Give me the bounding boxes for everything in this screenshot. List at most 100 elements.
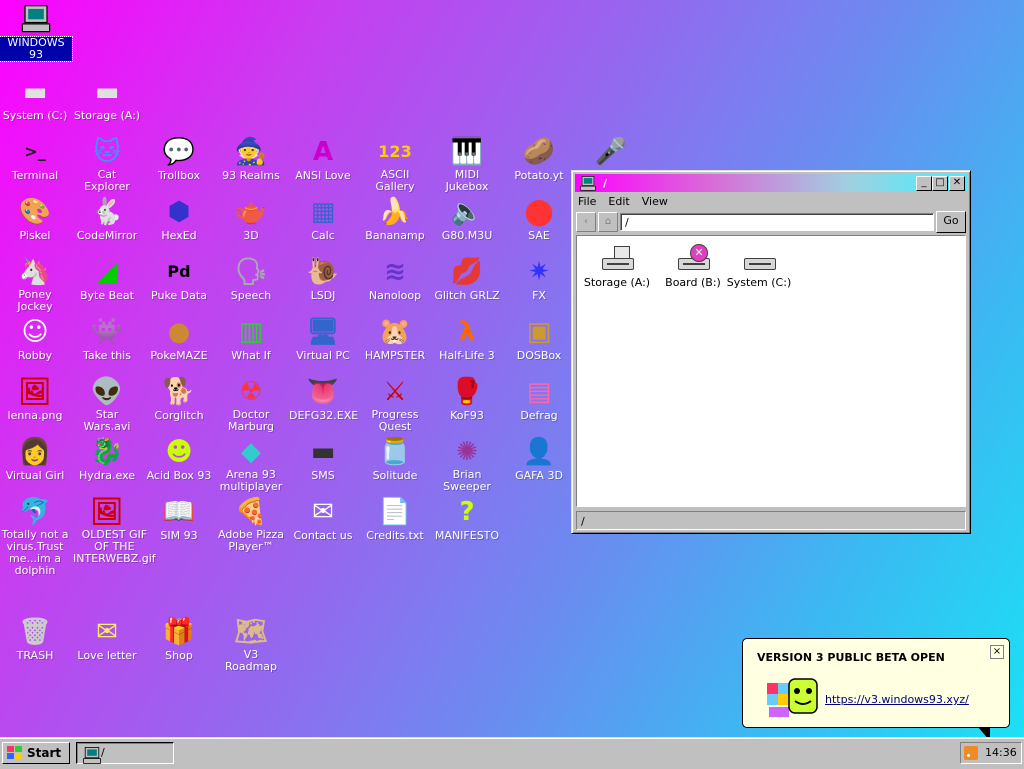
desktop-icon-glitch-grlz[interactable]: 💋 Glitch GRLZ	[432, 256, 502, 302]
desktop-icon-doctor-marburg[interactable]: ☢ Doctor Marburg	[216, 376, 286, 433]
desktop-icon-trash[interactable]: 🗑 TRASH	[0, 616, 70, 662]
desktop-icon-label: Glitch GRLZ	[434, 289, 500, 302]
desktop-icon-half-life-3[interactable]: λ Half-Life 3	[432, 316, 502, 362]
desktop-icon-take-this[interactable]: 👾 Take this	[72, 316, 142, 362]
desktop-icon-gafa-3d[interactable]: 👤 GAFA 3D	[504, 436, 574, 482]
rss-icon[interactable]	[964, 746, 978, 760]
take-this-icon: 👾	[90, 317, 124, 347]
maximize-button[interactable]: □	[932, 176, 948, 191]
defrag-icon: ▤	[526, 377, 552, 407]
desktop-icon-star-wars-avi[interactable]: 👽 Star Wars.avi	[72, 376, 142, 433]
desktop-icon-hydra-exe[interactable]: 🐉 Hydra.exe	[72, 436, 142, 482]
desktop-icon-potato-yt[interactable]: 🥔 Potato.yt	[504, 136, 574, 182]
desktop-icon-lenna-png[interactable]: 🖼 lenna.png	[0, 376, 70, 422]
midi-jukebox-icon: 🎹	[450, 137, 484, 167]
desktop-icon-poney-jockey[interactable]: 🦄 Poney Jockey	[0, 256, 70, 313]
desktop-icon-storage-a[interactable]: ▬ Storage (A:)	[72, 76, 142, 122]
desktop-icon-solitude[interactable]: 🫙 Solitude	[360, 436, 430, 482]
home-button[interactable]: ⌂	[598, 212, 618, 232]
drive-board-b[interactable]: ✕ Board (B:)	[655, 244, 731, 289]
address-input[interactable]: /	[620, 213, 934, 231]
desktop-icon-terminal[interactable]: >_ Terminal	[0, 136, 70, 182]
storage-a-icon: ▬	[94, 77, 120, 107]
desktop-icon-piskel[interactable]: 🎨 Piskel	[0, 196, 70, 242]
desktop-icon-hexed[interactable]: ⬢ HexEd	[144, 196, 214, 242]
desktop-icon-lsdj[interactable]: 🐌 LSDJ	[288, 256, 358, 302]
desktop-icon-progress-quest[interactable]: ⚔ Progress Quest	[360, 376, 430, 433]
notification-balloon[interactable]: VERSION 3 PUBLIC BETA OPEN × https://v3.…	[742, 638, 1010, 728]
desktop-icon-contact-us[interactable]: ✉ Contact us	[288, 496, 358, 542]
desktop-icon-corglitch[interactable]: 🐕 Corglitch	[144, 376, 214, 422]
desktop-icon-93-realms[interactable]: 🧙 93 Realms	[216, 136, 286, 182]
desktop-icon-label: Storage (A:)	[73, 109, 141, 122]
contact-us-icon: ✉	[312, 497, 334, 527]
desktop-icon-ascii-gallery[interactable]: 123 ASCII Gallery	[360, 136, 430, 193]
desktop-icon-hampster[interactable]: 🐹 HAMPSTER	[360, 316, 430, 362]
desktop-icon-defg32-exe[interactable]: 👅 DEFG32.EXE	[288, 376, 358, 422]
windows93-icon[interactable]: WINDOWS 93	[0, 4, 73, 62]
desktop-icon-adobe-pizza-player[interactable]: 🍕 Adobe Pizza Player™	[216, 496, 286, 553]
desktop-icon-virtual-girl[interactable]: 👩 Virtual Girl	[0, 436, 70, 482]
desktop-icon-label: G80.M3U	[441, 229, 493, 242]
lsdj-icon: 🐌	[306, 257, 340, 287]
totally-not-a-virus-trust-me-im-a-dolphin-icon: 🐬	[18, 497, 52, 527]
desktop-icon-calc[interactable]: ▦ Calc	[288, 196, 358, 242]
desktop-icon-brian-sweeper[interactable]: ✺ Brian Sweeper	[432, 436, 502, 493]
taskbar-item-explorer[interactable]: /	[76, 742, 174, 764]
desktop-icon-speech[interactable]: 🗣 Speech	[216, 256, 286, 302]
desktop-icon-sae[interactable]: ⬤ SAE	[504, 196, 574, 242]
desktop-icon-fx[interactable]: ✷ FX	[504, 256, 574, 302]
explorer-window[interactable]: / _ □ ✕ File Edit View ‹ ⌂ / Go Storage …	[571, 170, 971, 534]
desktop-icon-arena-93-multiplayer[interactable]: ◆ Arena 93 multiplayer	[216, 436, 286, 493]
menu-file[interactable]: File	[578, 195, 596, 208]
drive-storage-a[interactable]: Storage (A:)	[579, 244, 655, 289]
drive-label: Storage (A:)	[583, 276, 651, 289]
notification-close-button[interactable]: ×	[990, 645, 1004, 659]
desktop-icon-puke-data[interactable]: Pd Puke Data	[144, 256, 214, 302]
minimize-button[interactable]: _	[916, 176, 932, 191]
desktop-icon-sim-93[interactable]: 📖 SIM 93	[144, 496, 214, 542]
notification-link[interactable]: https://v3.windows93.xyz/	[825, 693, 969, 706]
menu-edit[interactable]: Edit	[608, 195, 629, 208]
desktop-icon-nanoloop[interactable]: ≋ Nanoloop	[360, 256, 430, 302]
desktop-icon-oldest-gif-of-the-interwebz-gif[interactable]: 🖼 OLDEST GIF OF THE INTERWEBZ.gif	[72, 496, 156, 565]
desktop-icon-trollbox[interactable]: 💬 Trollbox	[144, 136, 214, 182]
status-bar: /	[576, 511, 966, 530]
desktop-icon-shop[interactable]: 🎁 Shop	[144, 616, 214, 662]
desktop-icon-robby[interactable]: ☺ Robby	[0, 316, 70, 362]
desktop-icon-label: Puke Data	[151, 289, 207, 302]
desktop-icon-virtual-pc[interactable]: 🖥 Virtual PC	[288, 316, 358, 362]
close-button[interactable]: ✕	[949, 176, 965, 191]
corglitch-icon: 🐕	[162, 377, 196, 407]
desktop-icon-byte-beat[interactable]: ◢ Byte Beat	[72, 256, 142, 302]
desktop-icon-ansi-love[interactable]: A ANSI Love	[288, 136, 358, 182]
go-button[interactable]: Go	[936, 211, 966, 233]
desktop-icon-credits-txt[interactable]: 📄 Credits.txt	[360, 496, 430, 542]
desktop-icon-pokemaze[interactable]: ● PokeMAZE	[144, 316, 214, 362]
start-button[interactable]: Start	[2, 742, 70, 764]
desktop-icon-dosbox[interactable]: ▣ DOSBox	[504, 316, 574, 362]
desktop-icon-label: SIM 93	[160, 529, 198, 542]
desktop-icon-system-c[interactable]: ▬ System (C:)	[0, 76, 70, 122]
desktop-icon-kof93[interactable]: 🥊 KoF93	[432, 376, 502, 422]
back-button[interactable]: ‹	[576, 212, 596, 232]
g80-m3u-icon: 🔈	[450, 197, 484, 227]
desktop-icon-label: Doctor Marburg	[227, 408, 275, 433]
desktop-icon-3d[interactable]: 🫖 3D	[216, 196, 286, 242]
desktop-icon-defrag[interactable]: ▤ Defrag	[504, 376, 574, 422]
desktop-icon-cat-explorer[interactable]: 🐱 Cat Explorer	[72, 136, 142, 193]
desktop-icon-manifesto[interactable]: ? MANIFESTO	[432, 496, 502, 542]
desktop-icon-sms[interactable]: ▬ SMS	[288, 436, 358, 482]
desktop-icon-bananamp[interactable]: 🍌 Bananamp	[360, 196, 430, 242]
desktop-icon-what-if[interactable]: ▥ What If	[216, 316, 286, 362]
desktop-icon-acid-box-93[interactable]: ☻ Acid Box 93	[144, 436, 214, 482]
menu-view[interactable]: View	[642, 195, 668, 208]
drive-system-c[interactable]: System (C:)	[721, 244, 797, 289]
desktop-icon-codemirror[interactable]: 🐇 CodeMirror	[72, 196, 142, 242]
desktop-icon-totally-not-a-virus-trust-me-im-a-dolphin[interactable]: 🐬 Totally not a virus.Trust me...im a dol…	[0, 496, 70, 577]
desktop-icon-g80-m3u[interactable]: 🔈 G80.M3U	[432, 196, 502, 242]
desktop-icon-love-letter[interactable]: ✉ Love letter	[72, 616, 142, 662]
desktop-icon-midi-jukebox[interactable]: 🎹 MIDI Jukebox	[432, 136, 502, 193]
window-titlebar[interactable]: / _ □ ✕	[575, 174, 967, 192]
desktop-icon-v3-roadmap[interactable]: 🗺 V3 Roadmap	[216, 616, 286, 673]
